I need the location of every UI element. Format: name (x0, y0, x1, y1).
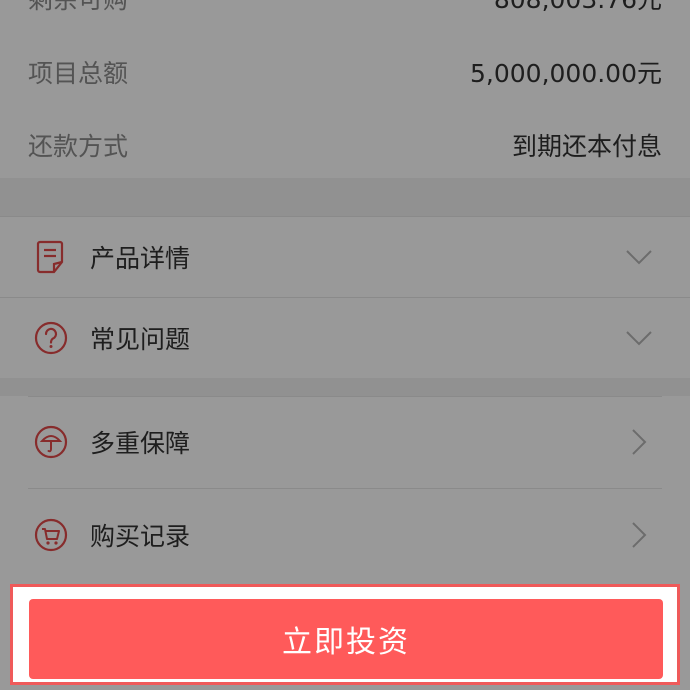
purchase-records-item[interactable]: 购买记录 (0, 488, 690, 582)
remaining-value: 808,003.76元 (494, 0, 662, 16)
section-gap (0, 178, 690, 216)
umbrella-icon (33, 424, 69, 460)
guarantee-item[interactable]: 多重保障 (0, 396, 690, 488)
info-row-remaining: 剩余可购 808,003.76元 (28, 0, 662, 18)
document-icon (33, 239, 69, 275)
total-value: 5,000,000.00元 (470, 59, 662, 88)
info-row-total: 项目总额 5,000,000.00元 (28, 52, 662, 92)
guarantee-label: 多重保障 (90, 429, 191, 458)
total-label: 项目总额 (28, 59, 129, 88)
product-details-label: 产品详情 (90, 243, 191, 273)
repay-label: 还款方式 (28, 132, 129, 161)
chevron-right-icon (624, 520, 654, 550)
purchase-records-label: 购买记录 (90, 522, 191, 551)
invest-now-button[interactable]: 立即投资 (29, 599, 663, 679)
chevron-down-icon (624, 323, 654, 353)
faq-item[interactable]: 常见问题 (0, 297, 690, 378)
bottom-action-bar: 立即投资 (10, 584, 680, 685)
collapsible-list: 产品详情 常见问题 (0, 216, 690, 378)
remaining-label: 剩余可购 (28, 0, 128, 16)
link-list: 多重保障 购买记录 (0, 396, 690, 582)
chevron-right-icon (624, 427, 654, 457)
info-row-repay: 还款方式 到期还本付息 (28, 125, 662, 165)
product-details-item[interactable]: 产品详情 (0, 216, 690, 297)
section-gap (0, 378, 690, 396)
faq-label: 常见问题 (90, 324, 191, 354)
cart-icon (33, 517, 69, 553)
repay-value: 到期还本付息 (511, 132, 662, 161)
info-section: 剩余可购 808,003.76元 项目总额 5,000,000.00元 还款方式… (0, 0, 690, 178)
chevron-down-icon (624, 242, 654, 272)
question-circle-icon (33, 320, 69, 356)
product-detail-page: 剩余可购 808,003.76元 项目总额 5,000,000.00元 还款方式… (0, 0, 690, 690)
